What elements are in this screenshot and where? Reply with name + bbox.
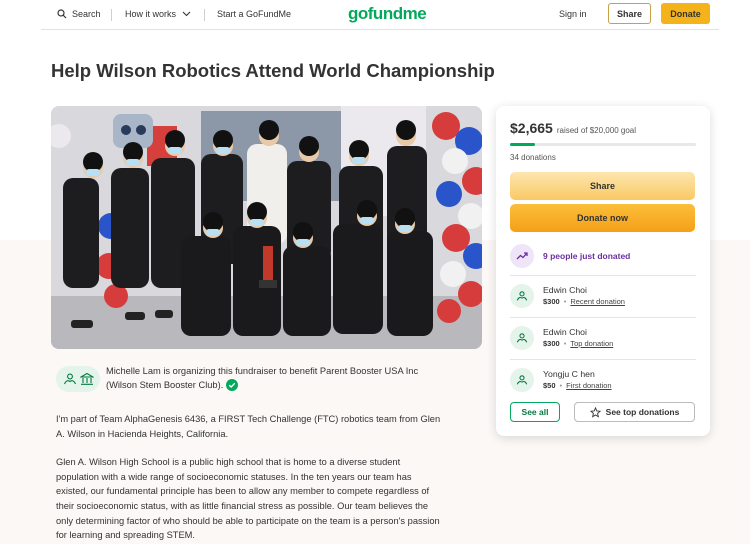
start-gofundme-link[interactable]: Start a GoFundMe xyxy=(217,9,291,19)
donation-tag-link[interactable]: Recent donation xyxy=(570,297,625,306)
amount-raised-row: $2,665 raised of $20,000 goal xyxy=(510,120,636,136)
donor-row: Edwin Choi $300 • Top donation xyxy=(510,320,696,356)
progress-fill xyxy=(510,143,535,146)
donor-hands-icon xyxy=(510,326,534,350)
divider xyxy=(510,275,696,276)
signin-label: Sign in xyxy=(559,9,587,19)
donate-now-button[interactable]: Donate now xyxy=(510,204,695,232)
campaign-story: I'm part of Team AlphaGenesis 6436, a FI… xyxy=(56,412,441,544)
donation-sidebar: $2,665 raised of $20,000 goal 34 donatio… xyxy=(496,106,710,436)
header-share-button[interactable]: Share xyxy=(608,3,651,24)
donor-name: Edwin Choi xyxy=(543,327,587,337)
donation-tag-link[interactable]: First donation xyxy=(566,381,611,390)
donor-hands-icon xyxy=(510,284,534,308)
donor-amount: $50 xyxy=(543,381,556,390)
organizer-row: Michelle Lam is organizing this fundrais… xyxy=(56,364,446,392)
nav-divider xyxy=(204,9,205,21)
page-title: Help Wilson Robotics Attend World Champi… xyxy=(51,60,495,81)
organizer-text: Michelle Lam is organizing this fundrais… xyxy=(106,364,436,392)
recent-activity: 9 people just donated xyxy=(510,241,696,271)
organizer-icons xyxy=(56,366,100,392)
verified-check-icon xyxy=(225,378,238,391)
bullet: • xyxy=(563,297,567,306)
chevron-down-icon xyxy=(182,11,191,17)
amount-raised: $2,665 xyxy=(510,120,553,136)
donor-hands-icon xyxy=(510,368,534,392)
search-label: Search xyxy=(72,9,101,19)
donor-amount: $300 xyxy=(543,339,560,348)
share-button[interactable]: Share xyxy=(510,172,695,200)
bullet: • xyxy=(563,339,567,348)
search-link[interactable]: Search xyxy=(57,9,101,19)
donor-hands-icon xyxy=(63,373,76,385)
bank-icon xyxy=(79,372,94,385)
top-nav: Search How it works Start a GoFundMe gof… xyxy=(41,0,719,30)
organizer-description: Michelle Lam is organizing this fundrais… xyxy=(106,366,419,390)
progress-bar xyxy=(510,143,696,146)
how-it-works-menu[interactable]: How it works xyxy=(125,9,191,19)
donation-tag-link[interactable]: Top donation xyxy=(570,339,613,348)
donor-name: Edwin Choi xyxy=(543,285,587,295)
story-paragraph: I'm part of Team AlphaGenesis 6436, a FI… xyxy=(56,414,441,439)
donor-meta: $50 • First donation xyxy=(543,380,612,392)
story-paragraph: Glen A. Wilson High School is a public h… xyxy=(56,457,440,541)
donor-meta: $300 • Top donation xyxy=(543,338,613,350)
donor-info: Yongju C hen $50 • First donation xyxy=(543,368,612,392)
header-donate-button[interactable]: Donate xyxy=(661,3,710,24)
donations-count: 34 donations xyxy=(510,153,556,162)
search-icon xyxy=(57,9,67,19)
just-donated-text: 9 people just donated xyxy=(543,251,631,261)
how-it-works-label: How it works xyxy=(125,9,177,19)
bullet: • xyxy=(559,381,563,390)
divider xyxy=(510,359,696,360)
donor-name: Yongju C hen xyxy=(543,369,595,379)
divider xyxy=(510,317,696,318)
donor-row: Yongju C hen $50 • First donation xyxy=(510,362,696,398)
campaign-hero-image[interactable] xyxy=(51,106,482,349)
gofundme-logo[interactable]: gofundme xyxy=(348,4,427,24)
donor-row: Edwin Choi $300 • Recent donation xyxy=(510,278,696,314)
donor-info: Edwin Choi $300 • Top donation xyxy=(543,326,613,350)
team-photo xyxy=(51,106,482,349)
see-top-donations-button[interactable]: See top donations xyxy=(574,402,695,422)
nav-divider xyxy=(111,9,112,21)
signin-link[interactable]: Sign in xyxy=(559,9,587,19)
donor-info: Edwin Choi $300 • Recent donation xyxy=(543,284,625,308)
trend-up-icon xyxy=(510,244,534,268)
see-top-label: See top donations xyxy=(605,407,680,417)
donor-amount: $300 xyxy=(543,297,560,306)
donor-meta: $300 • Recent donation xyxy=(543,296,625,308)
start-label: Start a GoFundMe xyxy=(217,9,292,19)
star-icon xyxy=(589,406,601,418)
see-all-button[interactable]: See all xyxy=(510,402,560,422)
goal-text: raised of $20,000 goal xyxy=(556,126,636,135)
